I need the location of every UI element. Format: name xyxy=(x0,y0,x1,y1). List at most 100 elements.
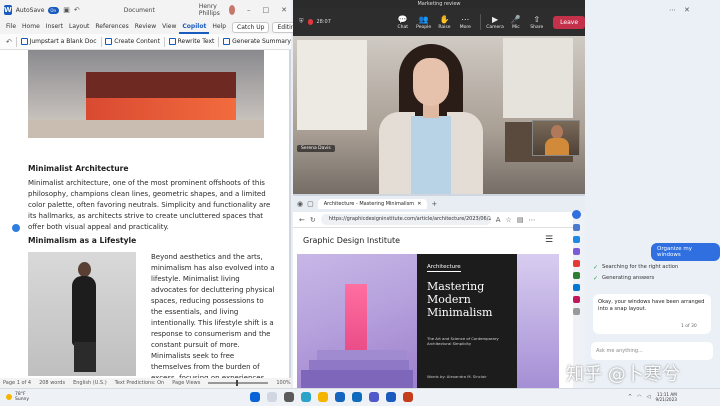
catch-up-button[interactable]: Catch Up xyxy=(232,21,270,33)
outlook-icon[interactable] xyxy=(352,392,362,402)
summary-icon xyxy=(223,38,231,45)
refresh-icon[interactable]: ↻ xyxy=(310,216,316,224)
games-icon[interactable] xyxy=(572,272,580,279)
text-predictions[interactable]: Text Predictions: On xyxy=(115,380,165,386)
task-view-icon[interactable] xyxy=(284,392,294,402)
favorites-icon[interactable]: ☆ xyxy=(506,216,512,224)
zoom-slider[interactable] xyxy=(208,380,269,386)
close-icon[interactable]: ✕ xyxy=(281,6,287,14)
chevron-up-icon[interactable]: ^ xyxy=(628,394,632,400)
edge-icon[interactable] xyxy=(301,392,311,402)
user-name: Henry Phillips xyxy=(198,3,220,17)
read-aloud-icon[interactable]: A xyxy=(496,216,501,224)
generate-summary-button[interactable]: Generate Summary xyxy=(223,38,291,45)
close-tab-icon[interactable]: ✕ xyxy=(417,201,421,207)
copilot-panel: ⋯✕ Organize my windows ✓ Searching for t… xyxy=(585,0,720,388)
back-icon[interactable]: ← xyxy=(299,216,305,224)
menu-icon[interactable]: ⋯ xyxy=(528,216,535,224)
camera-label: Camera xyxy=(486,24,504,30)
undo-icon[interactable]: ↶ xyxy=(74,6,80,14)
hero-banner: Architecture Mastering Modern Minimalism… xyxy=(297,254,559,388)
hamburger-menu-icon[interactable]: ☰ xyxy=(545,235,553,245)
sun-icon xyxy=(6,394,12,400)
share-label: Share xyxy=(530,24,544,30)
start-icon[interactable] xyxy=(250,392,260,402)
zoom-level[interactable]: 100% xyxy=(276,380,290,386)
people-button[interactable]: 👥 People xyxy=(413,15,434,30)
share-button[interactable]: ⇧ Share xyxy=(526,15,547,30)
tab-actions-icon[interactable]: ▢ xyxy=(307,200,314,208)
profile-icon[interactable]: ◉ xyxy=(297,200,303,208)
search-icon[interactable] xyxy=(267,392,277,402)
outlook-icon[interactable] xyxy=(572,284,580,291)
page-count[interactable]: Page 1 of 4 xyxy=(3,380,31,386)
step-label: Searching for the right action xyxy=(602,264,679,270)
tools-icon[interactable] xyxy=(572,248,580,255)
search-icon[interactable] xyxy=(572,236,580,243)
weather-widget[interactable]: 78°F Sunny xyxy=(6,392,29,402)
watermark: 知乎 @卜寒兮 xyxy=(566,364,680,385)
minimize-icon[interactable]: – xyxy=(247,6,251,14)
volume-icon[interactable]: ◁ xyxy=(647,394,651,400)
create-content-button[interactable]: Create Content xyxy=(105,38,160,45)
architecture-image xyxy=(28,50,264,138)
image-detail xyxy=(74,342,96,372)
shopping-icon[interactable] xyxy=(572,224,580,231)
youtube-icon[interactable] xyxy=(572,260,580,267)
word-icon[interactable] xyxy=(386,392,396,402)
zoom-handle[interactable] xyxy=(236,380,239,386)
file-explorer-icon[interactable] xyxy=(318,392,328,402)
tab-file[interactable]: File xyxy=(3,20,19,34)
store-icon[interactable] xyxy=(335,392,345,402)
new-tab-icon[interactable]: + xyxy=(431,200,437,208)
tab-review[interactable]: Review xyxy=(132,20,159,34)
leave-button[interactable]: Leave xyxy=(553,15,586,29)
rewrite-text-button[interactable]: Rewrite Text xyxy=(168,38,214,45)
chat-button[interactable]: 💬 Chat xyxy=(392,15,413,30)
tab-insert[interactable]: Insert xyxy=(43,20,66,34)
office-icon[interactable] xyxy=(572,296,580,303)
more-button[interactable]: ⋯ More xyxy=(455,15,476,30)
self-view-figure xyxy=(551,125,563,139)
address-bar[interactable]: https://graphicdesigninstitute.com/artic… xyxy=(320,214,491,225)
language[interactable]: English (U.S.) xyxy=(73,380,107,386)
raise-hand-button[interactable]: ✋ Raise xyxy=(434,15,455,30)
tab-copilot[interactable]: Copilot xyxy=(179,20,210,34)
teams-icon[interactable] xyxy=(369,392,379,402)
view-mode[interactable]: Page Views xyxy=(172,380,200,386)
chat-input[interactable]: Ask me anything... xyxy=(591,342,713,360)
save-icon[interactable]: ▣ xyxy=(63,6,70,14)
jumpstart-button[interactable]: Jumpstart a Blank Doc xyxy=(20,38,97,45)
document-name[interactable]: Document xyxy=(124,7,155,14)
address-bar-row: ← ↻ https://graphicdesigninstitute.com/a… xyxy=(293,212,585,228)
powerpoint-icon[interactable] xyxy=(403,392,413,402)
clock-date[interactable]: 9/21/2023 xyxy=(655,397,676,402)
collections-icon[interactable]: ▤ xyxy=(517,216,524,224)
web-page[interactable]: Graphic Design Institute ☰ Architecture … xyxy=(293,228,573,388)
mic-button[interactable]: 🎤 Mic xyxy=(506,15,527,30)
undo-icon[interactable]: ↶ xyxy=(6,38,12,46)
hero-category[interactable]: Architecture xyxy=(427,264,461,272)
autosave-toggle[interactable]: On xyxy=(48,6,60,14)
copilot-icon[interactable] xyxy=(571,210,581,219)
more-icon[interactable]: ⋯ xyxy=(669,6,684,14)
ribbon-divider xyxy=(15,36,17,47)
tab-references[interactable]: References xyxy=(92,20,131,34)
browser-tab[interactable]: Architecture - Mastering Minimalism ✕ xyxy=(317,199,428,209)
avatar[interactable] xyxy=(228,5,235,15)
document-page[interactable]: Minimalist Architecture Minimalist archi… xyxy=(0,50,291,378)
word-count[interactable]: 208 words xyxy=(39,380,65,386)
tab-layout[interactable]: Layout xyxy=(66,20,92,34)
camera-button[interactable]: ▶ Camera xyxy=(485,15,506,30)
copilot-icon[interactable] xyxy=(12,224,20,232)
tab-title: Architecture - Mastering Minimalism xyxy=(323,201,415,207)
tab-help[interactable]: Help xyxy=(209,20,229,34)
tab-home[interactable]: Home xyxy=(19,20,43,34)
self-view-video[interactable] xyxy=(532,120,580,156)
tab-view[interactable]: View xyxy=(159,20,179,34)
site-title[interactable]: Graphic Design Institute xyxy=(303,236,400,245)
maximize-icon[interactable]: □ xyxy=(263,6,270,14)
add-icon[interactable] xyxy=(572,308,580,315)
wifi-icon[interactable]: ◠ xyxy=(637,394,641,400)
close-icon[interactable]: ✕ xyxy=(684,6,698,14)
